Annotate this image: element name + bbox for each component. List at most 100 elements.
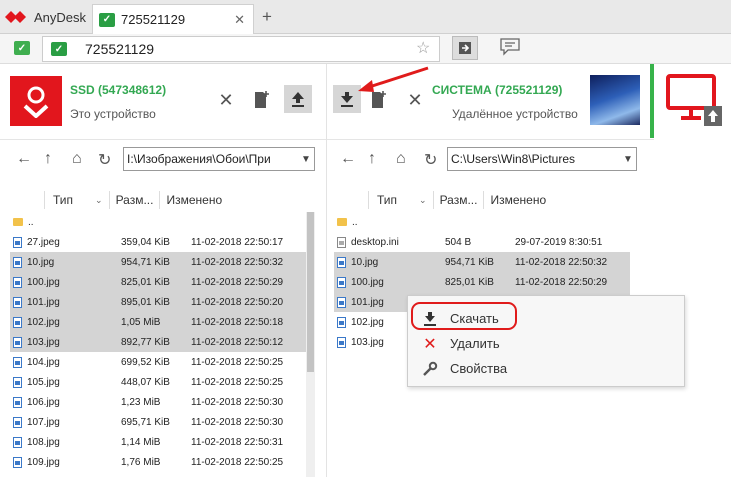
col-modified[interactable]: Изменено — [490, 193, 546, 207]
tab-close-icon[interactable]: ✕ — [234, 12, 245, 28]
file-name: 101.jpg — [351, 296, 384, 308]
file-name: 105.jpg — [27, 376, 60, 388]
file-row[interactable]: 103.jpg 892,77 KiB 11-02-2018 22:50:12 — [10, 332, 306, 352]
remote-path-select[interactable]: C:\Users\Win8\Pictures ▼ — [447, 147, 637, 171]
address-value: 725521129 — [85, 41, 155, 57]
file-name-cell: 105.jpg — [10, 376, 118, 388]
file-row[interactable]: 100.jpg 825,01 KiB 11-02-2018 22:50:29 — [334, 272, 630, 292]
file-row[interactable]: desktop.ini 504 B 29-07-2019 8:30:51 — [334, 232, 630, 252]
file-size: 895,01 KiB — [121, 296, 170, 308]
file-modified: 11-02-2018 22:50:30 — [191, 396, 284, 408]
col-size[interactable]: Разм... — [116, 193, 154, 207]
file-size: 504 B — [445, 236, 472, 248]
menu-item-delete[interactable]: ✕ Удалить — [408, 331, 684, 356]
file-name: 102.jpg — [351, 316, 384, 328]
file-row[interactable]: 105.jpg 448,07 KiB 11-02-2018 22:50:25 — [10, 372, 306, 392]
file-row[interactable]: .. — [334, 212, 630, 232]
file-modified: 11-02-2018 22:50:29 — [515, 276, 608, 288]
file-row[interactable]: 109.jpg 1,76 MiB 11-02-2018 22:50:25 — [10, 452, 306, 472]
col-type[interactable]: Тип — [377, 193, 397, 207]
col-type[interactable]: Тип — [53, 193, 73, 207]
file-row[interactable]: 101.jpg 895,01 KiB 11-02-2018 22:50:20 — [10, 292, 306, 312]
favorite-star-icon[interactable]: ☆ — [416, 38, 430, 58]
file-name: 104.jpg — [27, 356, 60, 368]
image-file-icon — [13, 256, 22, 268]
file-row[interactable]: 10.jpg 954,71 KiB 11-02-2018 22:50:32 — [10, 252, 306, 272]
new-file-button[interactable] — [248, 86, 276, 114]
file-size: 359,04 KiB — [121, 236, 170, 248]
file-row[interactable]: 107.jpg 695,71 KiB 11-02-2018 22:50:30 — [10, 412, 306, 432]
address-connected-icon: ✓ — [51, 42, 67, 56]
file-size: 1,05 MiB — [121, 316, 161, 328]
image-file-icon — [13, 456, 22, 468]
file-row[interactable]: 27.jpeg 359,04 KiB 11-02-2018 22:50:17 — [10, 232, 306, 252]
image-file-icon — [337, 336, 346, 348]
file-size: 1,23 MiB — [121, 396, 161, 408]
upload-icon — [292, 92, 304, 107]
chevron-down-icon[interactable]: ⌄ — [419, 195, 427, 206]
chevron-down-icon[interactable]: ⌄ — [95, 195, 103, 206]
folder-icon — [337, 218, 347, 226]
file-modified: 29-07-2019 8:30:51 — [515, 236, 603, 248]
local-scrollbar-thumb[interactable] — [307, 212, 314, 372]
anydesk-brand[interactable]: AnyDesk — [4, 6, 86, 28]
file-row[interactable]: 100.jpg 825,01 KiB 11-02-2018 22:50:29 — [10, 272, 306, 292]
remote-refresh-icon[interactable]: ↻ — [424, 150, 437, 170]
file-row[interactable]: .. — [10, 212, 306, 232]
image-file-icon — [337, 316, 346, 328]
file-size: 825,01 KiB — [445, 276, 494, 288]
remote-device-subtitle: Удалённое устройство — [452, 107, 578, 121]
file-modified: 11-02-2018 22:50:17 — [191, 236, 284, 248]
image-file-icon — [13, 436, 22, 448]
connect-button[interactable] — [452, 36, 478, 60]
file-row[interactable]: 10.jpg 954,71 KiB 11-02-2018 22:50:32 — [334, 252, 630, 272]
col-modified[interactable]: Изменено — [166, 193, 222, 207]
image-file-icon — [13, 296, 22, 308]
file-name: 109.jpg — [27, 456, 60, 468]
connected-icon: ✓ — [99, 12, 115, 27]
local-device-name: SSD (547348612) — [70, 83, 167, 97]
remote-device-name: СИСТЕМА (725521129) — [432, 83, 563, 97]
file-name: 100.jpg — [27, 276, 60, 288]
annotation-highlight — [411, 302, 517, 330]
upload-button[interactable] — [284, 85, 312, 113]
app-name: AnyDesk — [34, 9, 87, 25]
home-icon[interactable]: ⌂ — [72, 150, 82, 168]
file-size: 1,14 MiB — [121, 436, 161, 448]
file-name-cell: 100.jpg — [334, 276, 442, 288]
file-modified: 11-02-2018 22:50:32 — [191, 256, 284, 268]
file-row[interactable]: 108.jpg 1,14 MiB 11-02-2018 22:50:31 — [10, 432, 306, 452]
file-size: 892,77 KiB — [121, 336, 170, 348]
file-name: 106.jpg — [27, 396, 60, 408]
image-file-icon — [13, 236, 22, 248]
refresh-icon[interactable]: ↻ — [98, 150, 111, 170]
remote-back-icon[interactable]: ← — [340, 150, 356, 168]
menu-item-label: Удалить — [450, 336, 500, 351]
tab-session[interactable]: ✓ 725521129 ✕ — [92, 4, 254, 34]
local-path-value: I:\Изображения\Обои\При — [127, 152, 271, 166]
close-icon[interactable]: ✕ — [212, 86, 240, 114]
chat-icon[interactable] — [500, 38, 520, 59]
new-tab-button[interactable]: + — [262, 7, 272, 27]
local-device-subtitle: Это устройство — [70, 107, 156, 121]
remote-up-icon[interactable]: ↑ — [368, 150, 376, 168]
file-modified: 11-02-2018 22:50:30 — [191, 416, 284, 428]
file-row[interactable]: 106.jpg 1,23 MiB 11-02-2018 22:50:30 — [10, 392, 306, 412]
file-row[interactable]: 104.jpg 699,52 KiB 11-02-2018 22:50:25 — [10, 352, 306, 372]
local-path-select[interactable]: I:\Изображения\Обои\При ▼ — [123, 147, 315, 171]
back-icon[interactable]: ← — [16, 150, 32, 168]
remote-monitor-icon[interactable] — [664, 72, 726, 133]
file-row[interactable]: 102.jpg 1,05 MiB 11-02-2018 22:50:18 — [10, 312, 306, 332]
address-input[interactable]: ✓ 725521129 — [42, 36, 440, 62]
connect-arrow-icon — [459, 42, 471, 54]
menu-item-label: Свойства — [450, 361, 508, 376]
col-size[interactable]: Разм... — [440, 193, 478, 207]
file-size: 448,07 KiB — [121, 376, 170, 388]
file-size: 699,52 KiB — [121, 356, 170, 368]
remote-home-icon[interactable]: ⌂ — [396, 150, 406, 168]
menu-item-properties[interactable]: Свойства — [408, 356, 684, 381]
file-size: 825,01 KiB — [121, 276, 170, 288]
up-icon[interactable]: ↑ — [44, 150, 52, 168]
image-file-icon — [13, 376, 22, 388]
file-name: 10.jpg — [27, 256, 55, 268]
